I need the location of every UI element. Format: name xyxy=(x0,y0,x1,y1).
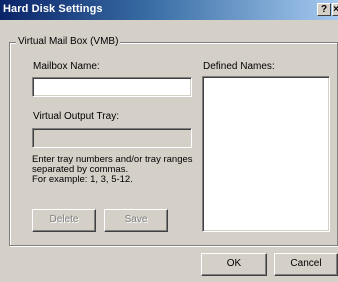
delete-button[interactable]: Delete xyxy=(32,209,96,232)
title-bar: Hard Disk Settings ? × xyxy=(0,0,338,20)
close-icon: × xyxy=(333,4,338,15)
vmb-group-title: Virtual Mail Box (VMB) xyxy=(16,36,121,47)
delete-button-label: Delete xyxy=(49,214,79,225)
help-line: For example: 1, 3, 5-12. xyxy=(32,174,133,185)
virtual-output-tray-label: Virtual Output Tray: xyxy=(33,111,119,122)
help-icon: ? xyxy=(320,4,328,15)
cancel-button-label: Cancel xyxy=(290,258,322,269)
mailbox-name-input[interactable] xyxy=(32,77,192,97)
close-button[interactable]: × xyxy=(332,3,338,16)
save-button-label: Save xyxy=(124,214,148,225)
virtual-output-tray-input[interactable] xyxy=(32,128,192,148)
mailbox-name-label: Mailbox Name: xyxy=(33,61,100,72)
ok-button-label: OK xyxy=(226,258,242,269)
window-title: Hard Disk Settings xyxy=(3,3,103,15)
defined-names-list[interactable] xyxy=(202,76,330,232)
save-button[interactable]: Save xyxy=(104,209,168,232)
hard-disk-settings-dialog: Hard Disk Settings ? × Virtual Mail Box … xyxy=(0,0,338,282)
cancel-button[interactable]: Cancel xyxy=(274,253,338,276)
tray-help-text: Enter tray numbers and/or tray ranges se… xyxy=(32,155,193,185)
defined-names-label: Defined Names: xyxy=(203,61,275,72)
help-button[interactable]: ? xyxy=(317,3,331,16)
ok-button[interactable]: OK xyxy=(201,253,267,276)
